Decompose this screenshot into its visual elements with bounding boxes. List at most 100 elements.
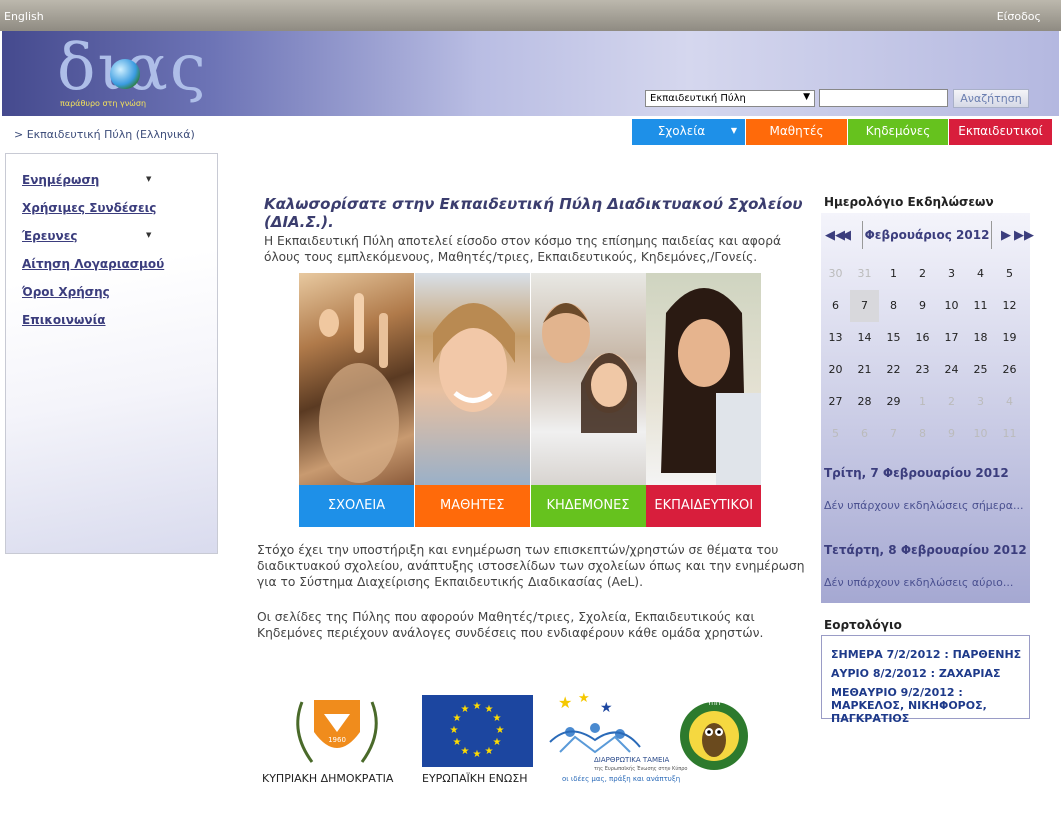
calendar-day[interactable]: 1: [879, 258, 908, 290]
calendar-day[interactable]: 3: [966, 386, 995, 418]
tile-label: ΜΑΘΗΤΕΣ: [414, 485, 530, 527]
search-scope-value: Εκπαιδευτική Πύλη: [650, 93, 746, 104]
paragraph-1: Στόχο έχει την υποστήριξη και ενημέρωση …: [257, 543, 805, 589]
tab-parents[interactable]: Κηδεμόνες: [848, 119, 948, 145]
calendar-day[interactable]: 4: [995, 386, 1024, 418]
calendar-day[interactable]: 5: [995, 258, 1024, 290]
tile-label: ΚΗΔΕΜΟΝΕΣ: [530, 485, 646, 527]
eu-logo[interactable]: ★ ★ ★ ★ ★ ★ ★ ★ ★ ★ ★ ★ ΕΥΡΩΠΑΪΚΗ ΕΝΩΣΗ: [422, 692, 534, 792]
teacher-photo: [646, 273, 762, 485]
calendar-day[interactable]: 17: [937, 322, 966, 354]
calendar-day[interactable]: 16: [908, 322, 937, 354]
calendar-day[interactable]: 5: [821, 418, 850, 450]
sidebar-item-news[interactable]: Ενημέρωση ▼: [6, 173, 217, 201]
calendar-day[interactable]: 2: [908, 258, 937, 290]
audience-tiles: ΣΧΟΛΕΙΑ ΜΑΘΗΤΕΣ ΚΗΔΕΜΟΝΕΣ ΕΚΠΑΙΔΕΥΤΙΚΟΙ: [299, 273, 762, 527]
breadcrumb[interactable]: > Εκπαιδευτική Πύλη (Ελληνικά): [14, 128, 195, 141]
svg-text:★: ★: [493, 737, 502, 748]
calendar-day[interactable]: 26: [995, 354, 1024, 386]
ministry-education-logo[interactable]: ΥΠΠ: [674, 692, 759, 782]
sidebar-item-terms[interactable]: Όροι Χρήσης: [6, 285, 217, 313]
tile-schools[interactable]: ΣΧΟΛΕΙΑ: [299, 273, 414, 527]
calendar-day[interactable]: 28: [850, 386, 879, 418]
tile-label: ΕΚΠΑΙΔΕΥΤΙΚΟΙ: [646, 485, 762, 527]
language-link[interactable]: English: [4, 10, 44, 23]
calendar-day[interactable]: 9: [937, 418, 966, 450]
svg-text:★: ★: [461, 746, 470, 757]
calendar-day[interactable]: 13: [821, 322, 850, 354]
calendar-day[interactable]: 6: [850, 418, 879, 450]
calendar-day[interactable]: 11: [995, 418, 1024, 450]
svg-text:★: ★: [493, 713, 502, 724]
search-scope-select[interactable]: Εκπαιδευτική Πύλη ▼: [645, 90, 815, 107]
svg-text:ΥΠΠ: ΥΠΠ: [707, 700, 721, 707]
calendar-day[interactable]: 1: [908, 386, 937, 418]
calendar-day[interactable]: 3: [937, 258, 966, 290]
calendar-day[interactable]: 6: [821, 290, 850, 322]
tab-schools[interactable]: Σχολεία ▼: [632, 119, 745, 145]
calendar-day[interactable]: 22: [879, 354, 908, 386]
sidebar-item-contact[interactable]: Επικοινωνία: [6, 313, 217, 341]
tab-label: Σχολεία: [657, 124, 706, 138]
calendar-day[interactable]: 25: [966, 354, 995, 386]
svg-text:★: ★: [473, 749, 482, 760]
nameday-day-after: ΜΕΘΑΥΡΙΟ 9/2/2012 : ΜΑΡΚΕΛΟΣ, ΝΙΚΗΦΟΡΟΣ,…: [831, 686, 987, 725]
calendar-day[interactable]: 31: [850, 258, 879, 290]
search-input[interactable]: [819, 89, 948, 107]
calendar-day[interactable]: 18: [966, 322, 995, 354]
chevron-down-icon[interactable]: ▼: [731, 119, 737, 143]
calendar-day[interactable]: 12: [995, 290, 1024, 322]
chevron-down-icon[interactable]: ▼: [146, 175, 151, 183]
calendar-day[interactable]: 7: [879, 418, 908, 450]
calendar-day[interactable]: 9: [908, 290, 937, 322]
globe-icon: [110, 59, 140, 89]
calendar-day[interactable]: 27: [821, 386, 850, 418]
tile-teachers[interactable]: ΕΚΠΑΙΔΕΥΤΙΚΟΙ: [646, 273, 762, 527]
svg-text:★: ★: [450, 725, 459, 736]
next-month-icon[interactable]: ▶: [1001, 228, 1011, 243]
svg-text:★: ★: [485, 746, 494, 757]
calendar-week: 6 7 8 9 10 11 12: [821, 290, 1030, 322]
tile-students[interactable]: ΜΑΘΗΤΕΣ: [414, 273, 530, 527]
next-year-icon[interactable]: ▶▶: [1014, 228, 1034, 243]
calendar-day[interactable]: 8: [879, 290, 908, 322]
tile-parents[interactable]: ΚΗΔΕΜΟΝΕΣ: [530, 273, 646, 527]
sidebar-item-useful-links[interactable]: Χρήσιμες Συνδέσεις: [6, 201, 217, 229]
calendar-day[interactable]: 24: [937, 354, 966, 386]
event-text-tomorrow: Δέν υπάρχουν εκδηλώσεις αύριο...: [824, 576, 1014, 589]
structural-funds-logo[interactable]: ★ ★ ★ ΔΙΑΡΘΡΩΤΙΚΑ ΤΑΜΕΙΑ της Ευρωπαϊκής …: [540, 692, 687, 792]
tab-teachers[interactable]: Εκπαιδευτικοί: [949, 119, 1052, 145]
calendar-month: Φεβρουάριος 2012: [862, 221, 992, 249]
calendar-day[interactable]: 10: [966, 418, 995, 450]
event-date-tomorrow[interactable]: Τετάρτη, 8 Φεβρουαρίου 2012: [824, 543, 1027, 557]
calendar-day[interactable]: 20: [821, 354, 850, 386]
prev-month-icon[interactable]: ◀: [841, 228, 851, 243]
svg-text:★: ★: [496, 725, 505, 736]
partner-logos: 1960 ΚΥΠΡΙΑΚΗ ΔΗΜΟΚΡΑΤΙΑ ★ ★ ★ ★ ★ ★ ★ ★ ★ ★ ★ ★ Ε…: [262, 692, 762, 792]
calendar-day[interactable]: 2: [937, 386, 966, 418]
login-link[interactable]: Είσοδος: [997, 10, 1041, 23]
calendar-day-today[interactable]: 7: [850, 290, 879, 322]
event-date-today[interactable]: Τρίτη, 7 Φεβρουαρίου 2012: [824, 466, 1009, 480]
calendar-day[interactable]: 14: [850, 322, 879, 354]
sidebar-item-account-request[interactable]: Αίτηση Λογαριασμού: [6, 257, 217, 285]
calendar-day[interactable]: 8: [908, 418, 937, 450]
calendar-day[interactable]: 10: [937, 290, 966, 322]
chevron-down-icon[interactable]: ▼: [146, 231, 151, 239]
search-button[interactable]: Αναζήτηση: [953, 89, 1029, 108]
calendar-day[interactable]: 4: [966, 258, 995, 290]
calendar-day[interactable]: 11: [966, 290, 995, 322]
calendar-day[interactable]: 19: [995, 322, 1024, 354]
face-icon: [432, 303, 515, 412]
calendar-day[interactable]: 30: [821, 258, 850, 290]
calendar-day[interactable]: 23: [908, 354, 937, 386]
svg-text:1960: 1960: [328, 736, 346, 744]
calendar-nav: ◀◀ ◀ Φεβρουάριος 2012 ▶ ▶▶: [821, 213, 1034, 258]
calendar-day[interactable]: 15: [879, 322, 908, 354]
svg-text:★: ★: [473, 701, 482, 712]
calendar-day[interactable]: 21: [850, 354, 879, 386]
cyprus-republic-logo[interactable]: 1960 ΚΥΠΡΙΑΚΗ ΔΗΜΟΚΡΑΤΙΑ: [262, 692, 412, 792]
calendar-day[interactable]: 29: [879, 386, 908, 418]
tab-students[interactable]: Μαθητές: [746, 119, 847, 145]
sidebar-item-surveys[interactable]: Έρευνες ▼: [6, 229, 217, 257]
